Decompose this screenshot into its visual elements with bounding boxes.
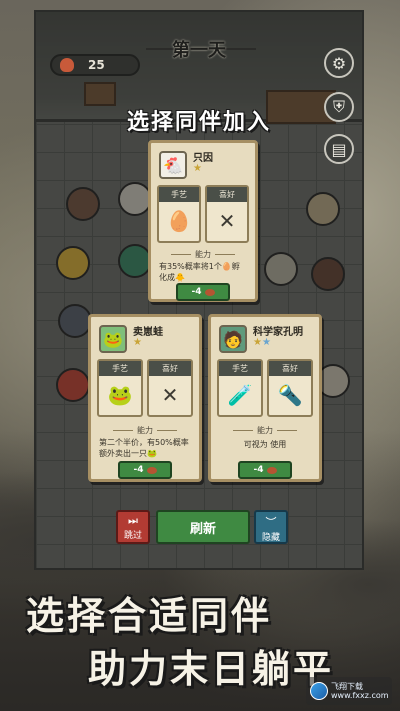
hobby-label: 喜好 — [149, 361, 191, 376]
companion-name: 科学家孔明 — [253, 327, 303, 338]
select-companion-headline: 选择同伴加入 — [126, 110, 271, 135]
companion-card-chicken[interactable]: 🐔 只因 ★ 手艺 🥚 喜好 ✕ 能力 有35%概率将1个🥚孵化成🐥 -4 — [148, 140, 258, 302]
companion-card-scientist[interactable]: 🧑 科学家孔明 ★★ 手艺 🧪 喜好 🔦 能力 可视为 使用 -4 — [208, 314, 322, 482]
hobby-label: 喜好 — [269, 361, 311, 376]
hide-button[interactable]: ︶ 隐藏 — [254, 510, 288, 544]
settings-button[interactable]: ⚙ — [324, 48, 354, 78]
star-rating: ★ — [193, 163, 202, 174]
skip-icon: ⏭ — [128, 514, 138, 527]
gear-icon: ⚙ — [331, 53, 347, 73]
meat-icon — [266, 466, 277, 474]
frog-icon: 🐸 — [107, 383, 133, 407]
logo-text: 飞翔下载 — [331, 682, 363, 691]
skill-label: 手艺 — [219, 361, 261, 376]
logo-icon — [310, 682, 328, 700]
skill-slot: 手艺 🥚 — [157, 185, 201, 243]
hobby-slot: 喜好 🔦 — [267, 359, 313, 417]
book-icon: ▤ — [331, 139, 347, 159]
ability-label: 能力 — [151, 249, 255, 260]
skill-label: 手艺 — [99, 361, 141, 376]
flashlight-icon: 🔦 — [277, 383, 303, 407]
meat-icon — [204, 288, 215, 296]
skill-slot: 手艺 🐸 — [97, 359, 143, 417]
game-window: 第一天 25 ⚙ ⛨ ▤ 选择同伴加入 🐔 只因 ★ 手艺 🥚 喜好 ✕ 能力 … — [34, 10, 364, 570]
book-button[interactable]: ▤ — [324, 134, 354, 164]
cost-value: -4 — [253, 465, 264, 475]
resource-counter: 25 — [50, 54, 140, 76]
ability-text: 第二个半价，有50%概率额外卖出一只🐸 — [99, 438, 189, 458]
ability-text: 有35%概率将1个🥚孵化成🐥 — [159, 262, 240, 282]
watermark-logo: 飞翔下载 www.fxxz.com — [306, 677, 392, 705]
companion-name: 卖崽蛙 — [133, 327, 163, 338]
promo-line-1: 选择合适同伴 — [26, 594, 273, 638]
skill-label: 手艺 — [159, 187, 199, 202]
ability-text: 可视为 使用 — [243, 440, 287, 449]
frog-avatar-icon: 🐸 — [99, 325, 127, 353]
hobby-label: 喜好 — [207, 187, 247, 202]
recruit-button[interactable]: -4 — [238, 461, 292, 479]
eye-closed-icon: ︶ — [265, 516, 277, 529]
action-bar: ⏭ 跳过 刷新 ︶ 隐藏 — [36, 510, 362, 550]
star-rating: ★★ — [253, 337, 271, 348]
skill-slot: 手艺 🧪 — [217, 359, 263, 417]
recruit-button[interactable]: -4 — [176, 283, 230, 301]
recruit-button[interactable]: -4 — [118, 461, 172, 479]
cost-value: -4 — [133, 465, 144, 475]
egg-icon: 🥚 — [166, 209, 192, 233]
skip-button[interactable]: ⏭ 跳过 — [116, 510, 150, 544]
crystal-icon: 🧪 — [227, 383, 253, 407]
hobby-slot: 喜好 ✕ — [147, 359, 193, 417]
hide-label: 隐藏 — [261, 533, 280, 543]
resource-value: 25 — [88, 58, 105, 72]
companion-card-frog[interactable]: 🐸 卖崽蛙 ★ 手艺 🐸 喜好 ✕ 能力 第二个半价，有50%概率额外卖出一只🐸… — [88, 314, 202, 482]
ability-label: 能力 — [91, 425, 199, 436]
cross-icon: ✕ — [161, 383, 179, 407]
cost-value: -4 — [191, 287, 202, 297]
companion-name: 只因 — [193, 153, 213, 164]
cross-icon: ✕ — [218, 209, 236, 233]
refresh-label: 刷新 — [189, 521, 216, 537]
logo-url: www.fxxz.com — [331, 691, 389, 700]
meat-icon — [60, 58, 74, 72]
skip-label: 跳过 — [123, 531, 142, 541]
star-rating: ★ — [133, 337, 142, 348]
chicken-avatar-icon: 🐔 — [159, 151, 187, 179]
hobby-slot: 喜好 ✕ — [205, 185, 249, 243]
scientist-avatar-icon: 🧑 — [219, 325, 247, 353]
promo-line-2: 助力末日躺平 — [88, 647, 335, 691]
ability-label: 能力 — [211, 425, 319, 436]
meat-icon — [146, 466, 157, 474]
refresh-button[interactable]: 刷新 — [156, 510, 250, 544]
